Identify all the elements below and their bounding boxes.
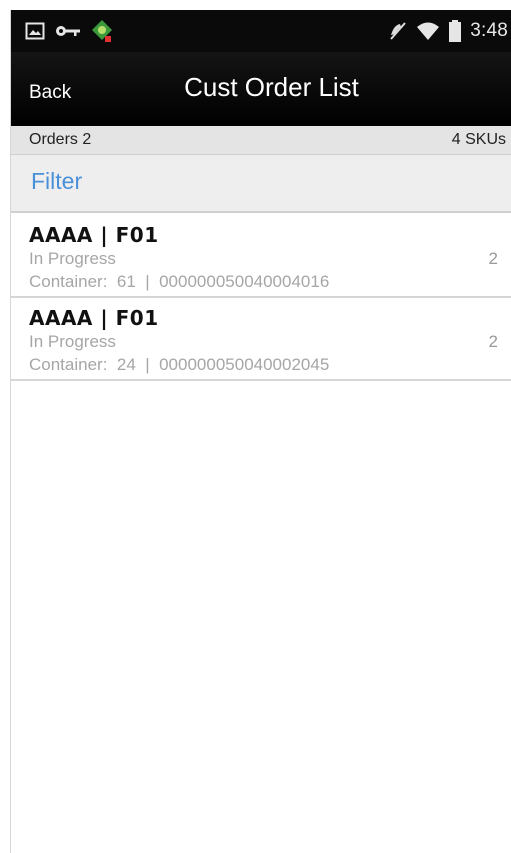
list-item[interactable]: AAAA | F01 In Progress Container: 24 | 0… xyxy=(11,298,511,381)
orders-count: Orders 2 xyxy=(29,131,92,148)
status-bar-system: 3:48 xyxy=(388,19,508,43)
order-count: 2 xyxy=(488,249,498,268)
order-list: AAAA | F01 In Progress Container: 61 | 0… xyxy=(11,215,511,381)
order-status: In Progress xyxy=(29,249,116,268)
filter-link[interactable]: Filter xyxy=(31,168,82,195)
app-screen: 3:48 Back Cust Order List Orders 2 4 SKU… xyxy=(10,10,511,853)
android-icon xyxy=(92,20,112,42)
order-container: Container: 24 | 000000050040002045 xyxy=(29,355,330,374)
order-container: Container: 61 | 000000050040004016 xyxy=(29,272,330,291)
wifi-icon xyxy=(417,22,440,40)
device-frame: 3:48 Back Cust Order List Orders 2 4 SKU… xyxy=(0,0,511,853)
status-bar-notifications xyxy=(25,19,113,43)
mute-icon xyxy=(390,22,406,40)
image-icon xyxy=(25,22,45,40)
order-header: AAAA | F01 xyxy=(29,223,159,247)
battery-icon xyxy=(449,20,462,42)
filter-row[interactable]: Filter xyxy=(11,155,511,213)
action-bar: Back Cust Order List xyxy=(11,52,511,126)
key-icon xyxy=(56,26,80,36)
clock: 3:48 xyxy=(470,20,508,41)
page-title: Cust Order List xyxy=(184,72,359,102)
list-item[interactable]: AAAA | F01 In Progress Container: 61 | 0… xyxy=(11,215,511,298)
order-header: AAAA | F01 xyxy=(29,306,159,330)
summary-bar: Orders 2 4 SKUs xyxy=(11,126,511,155)
order-count: 2 xyxy=(488,332,498,351)
status-bar: 3:48 xyxy=(11,10,511,52)
skus-count: 4 SKUs xyxy=(451,131,506,148)
order-status: In Progress xyxy=(29,332,116,351)
